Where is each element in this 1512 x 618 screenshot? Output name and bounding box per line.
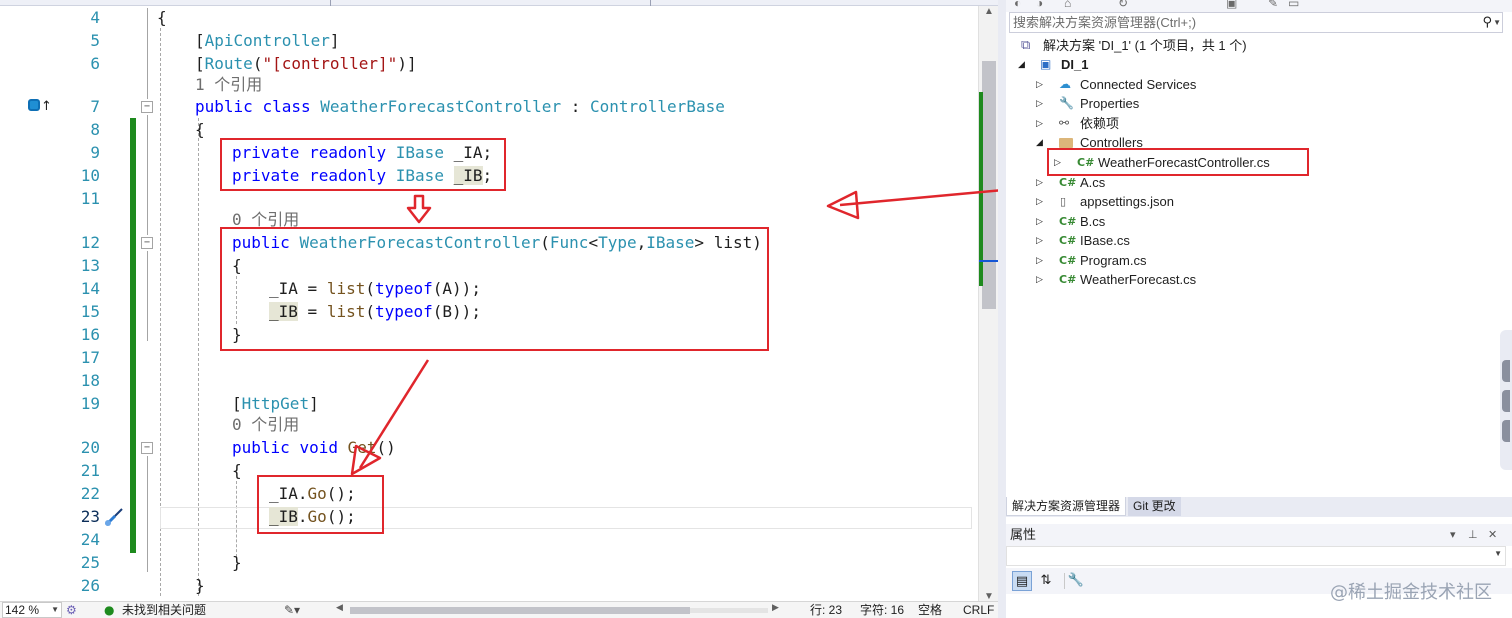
collapsed-arrow-icon[interactable]: ▷ — [1036, 270, 1043, 289]
collapsed-arrow-icon[interactable]: ▷ — [1036, 114, 1043, 133]
tree-item-label: 解决方案 'DI_1' (1 个项目，共 1 个) — [1043, 38, 1247, 53]
tree-item-program-cs[interactable]: ▷ C# Program.cs — [1006, 251, 1512, 270]
settings-icon[interactable]: ✎ — [1268, 0, 1278, 10]
collapsed-arrow-icon[interactable]: ▷ — [1036, 251, 1043, 270]
tree-item-label: DI_1 — [1061, 57, 1089, 72]
chevron-down-icon[interactable]: ▾ — [1450, 524, 1456, 546]
json-file-icon: ▯ — [1060, 195, 1067, 208]
expanded-arrow-icon[interactable]: ◢ — [1018, 55, 1025, 74]
search-placeholder: 搜索解决方案资源管理器(Ctrl+;) — [1013, 15, 1197, 30]
home-icon[interactable]: ⌂ — [1064, 0, 1071, 10]
solution-explorer-toolbar: ◐ ◑ ⌂ ↻ ▣ ✎ ▭ — [1006, 0, 1512, 12]
csharp-file-icon: C# — [1059, 254, 1077, 267]
solution-search-input[interactable]: 搜索解决方案资源管理器(Ctrl+;) ⚲ ▼ — [1009, 12, 1503, 33]
preview-icon[interactable]: ▭ — [1288, 0, 1299, 10]
side-rail-button[interactable] — [1502, 360, 1510, 382]
side-rail-button[interactable] — [1502, 390, 1510, 412]
tree-item-label: B.cs — [1080, 214, 1106, 229]
back-icon[interactable]: ◐ — [1014, 0, 1021, 10]
tree-item-label: WeatherForecast.cs — [1080, 272, 1197, 287]
chevron-down-icon: ▼ — [1494, 549, 1502, 558]
collapsed-arrow-icon[interactable]: ▷ — [1036, 192, 1043, 211]
tree-item-solution[interactable]: ⧉ 解决方案 'DI_1' (1 个项目，共 1 个) — [1006, 36, 1512, 55]
collapsed-arrow-icon[interactable]: ▷ — [1036, 212, 1043, 231]
tree-item-project[interactable]: ◢ ▣ DI_1 — [1006, 55, 1512, 74]
csharp-file-icon: C# — [1059, 215, 1077, 228]
tab-git-changes[interactable]: Git 更改 — [1128, 497, 1181, 516]
collapsed-arrow-icon[interactable]: ▷ — [1036, 173, 1043, 192]
side-rail-button[interactable] — [1502, 420, 1510, 442]
arrow-down-icon — [406, 194, 432, 224]
properties-icon[interactable]: ▣ — [1226, 0, 1237, 10]
project-icon: ▣ — [1040, 57, 1052, 71]
refresh-icon[interactable]: ↻ — [1118, 0, 1128, 10]
side-rail — [1500, 330, 1512, 470]
tree-item-label: Properties — [1080, 96, 1140, 111]
properties-object-select[interactable]: ▼ — [1006, 546, 1506, 566]
solution-explorer: ◐ ◑ ⌂ ↻ ▣ ✎ ▭ 搜索解决方案资源管理器(Ctrl+;) ⚲ ▼ ⧉ … — [1006, 0, 1512, 520]
tree-item-dependencies[interactable]: ▷ ⚯ 依赖项 — [1006, 114, 1512, 133]
tree-item-label: 依赖项 — [1080, 116, 1120, 131]
collapsed-arrow-icon[interactable]: ▷ — [1036, 75, 1043, 94]
properties-title: 属性 — [1010, 527, 1037, 542]
tree-item-b-cs[interactable]: ▷ C# B.cs — [1006, 212, 1512, 231]
tree-item-label: Program.cs — [1080, 253, 1147, 268]
wrench-icon: 🔧 — [1059, 96, 1074, 110]
tree-item-ibase-cs[interactable]: ▷ C# IBase.cs — [1006, 231, 1512, 250]
search-icon[interactable]: ⚲ — [1482, 13, 1492, 32]
tab-solution-explorer[interactable]: 解决方案资源管理器 — [1006, 497, 1127, 516]
expanded-arrow-icon[interactable]: ◢ — [1036, 133, 1043, 152]
categorized-icon[interactable]: ▤ — [1012, 571, 1032, 591]
alphabetical-sort-icon[interactable]: ⇅ — [1036, 571, 1056, 591]
properties-title-bar: 属性 ▾ ⊥ ✕ — [1006, 524, 1512, 546]
tree-item-label: Connected Services — [1080, 77, 1197, 92]
tree-item-label: IBase.cs — [1080, 233, 1130, 248]
csharp-file-icon: C# — [1059, 234, 1077, 247]
panel-splitter[interactable] — [998, 0, 1006, 618]
annotation-box-controller-file — [1047, 148, 1309, 176]
collapsed-arrow-icon[interactable]: ▷ — [1036, 94, 1043, 113]
close-icon[interactable]: ✕ — [1488, 524, 1497, 546]
chevron-down-icon[interactable]: ▼ — [1493, 13, 1501, 32]
watermark: @稀土掘金技术社区 — [1330, 582, 1492, 603]
dependencies-icon: ⚯ — [1059, 116, 1070, 130]
forward-icon[interactable]: ◑ — [1036, 0, 1043, 10]
tree-item-properties[interactable]: ▷ 🔧 Properties — [1006, 94, 1512, 113]
tree-item-connected-services[interactable]: ▷ ☁ Connected Services — [1006, 75, 1512, 94]
pin-icon[interactable]: ⊥ — [1468, 524, 1478, 546]
property-pages-icon[interactable]: 🔧 — [1066, 571, 1086, 591]
solution-icon: ⧉ — [1021, 38, 1031, 53]
tree-item-appsettings[interactable]: ▷ ▯ appsettings.json — [1006, 192, 1512, 211]
collapsed-arrow-icon[interactable]: ▷ — [1036, 231, 1043, 250]
csharp-file-icon: C# — [1059, 273, 1077, 286]
tree-item-weatherforecast-cs[interactable]: ▷ C# WeatherForecast.cs — [1006, 270, 1512, 289]
toolbar-separator — [1064, 573, 1065, 589]
solution-explorer-tabs: 解决方案资源管理器 Git 更改 — [1006, 497, 1512, 517]
connected-services-icon: ☁ — [1059, 77, 1071, 91]
tree-item-label: appsettings.json — [1080, 194, 1174, 209]
